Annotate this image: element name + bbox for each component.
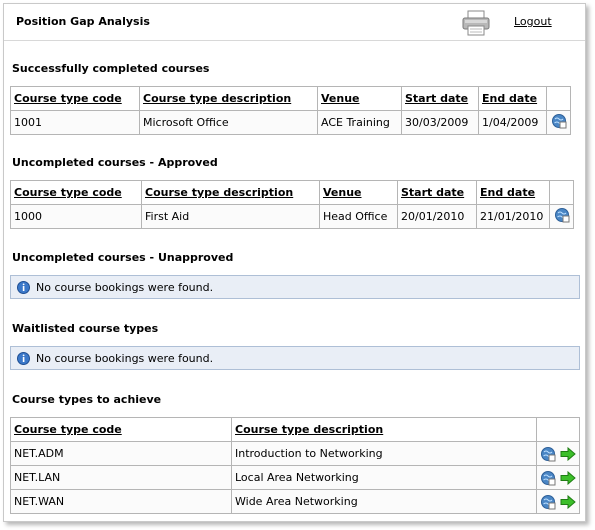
globe-details-icon[interactable]: [540, 470, 556, 486]
info-message-unapproved: No course bookings were found.: [10, 275, 580, 299]
col-actions: [536, 417, 580, 442]
course-types-to-achieve-table: Course type code Course type description…: [10, 417, 580, 514]
logout-link[interactable]: Logout: [514, 15, 552, 28]
info-message-text: No course bookings were found.: [36, 281, 214, 294]
table-row: NET.ADM Introduction to Networking: [10, 441, 580, 466]
cell-venue: Head Office: [319, 204, 398, 229]
cell-end-date: 21/01/2010: [476, 204, 550, 229]
panel-header: Position Gap Analysis Logout: [4, 4, 585, 41]
page-title: Position Gap Analysis: [16, 15, 150, 28]
col-end-date[interactable]: End date: [476, 180, 550, 205]
position-gap-analysis-panel: Position Gap Analysis Logout Successfull…: [3, 3, 586, 522]
cell-description: Wide Area Networking: [231, 489, 537, 514]
col-course-type-description[interactable]: Course type description: [231, 417, 537, 442]
col-course-type-code[interactable]: Course type code: [10, 86, 140, 111]
section-title-uncompleted-unapproved: Uncompleted courses - Unapproved: [12, 251, 234, 264]
cell-code: 1001: [10, 110, 140, 135]
globe-details-icon[interactable]: [540, 446, 556, 462]
cell-description: Introduction to Networking: [231, 441, 537, 466]
printer-icon[interactable]: [461, 10, 491, 36]
cell-start-date: 20/01/2010: [397, 204, 477, 229]
col-course-type-code[interactable]: Course type code: [10, 180, 142, 205]
table-row: 1001 Microsoft Office ACE Training 30/03…: [10, 110, 571, 135]
section-title-uncompleted-approved: Uncompleted courses - Approved: [12, 156, 218, 169]
col-course-type-description[interactable]: Course type description: [139, 86, 318, 111]
info-icon: [17, 352, 30, 365]
col-start-date[interactable]: Start date: [397, 180, 477, 205]
cell-actions: [546, 110, 571, 135]
table-row: 1000 First Aid Head Office 20/01/2010 21…: [10, 204, 574, 229]
completed-courses-table: Course type code Course type description…: [10, 86, 571, 135]
green-arrow-icon[interactable]: [560, 494, 576, 509]
section-title-completed: Successfully completed courses: [12, 62, 210, 75]
cell-end-date: 1/04/2009: [478, 110, 547, 135]
cell-code: 1000: [10, 204, 142, 229]
section-title-to-achieve: Course types to achieve: [12, 393, 162, 406]
globe-details-icon[interactable]: [540, 494, 556, 510]
info-message-waitlisted: No course bookings were found.: [10, 346, 580, 370]
cell-description: First Aid: [141, 204, 320, 229]
globe-details-icon[interactable]: [554, 207, 570, 223]
cell-code: NET.WAN: [10, 489, 232, 514]
col-venue[interactable]: Venue: [317, 86, 402, 111]
green-arrow-icon[interactable]: [560, 470, 576, 485]
globe-details-icon[interactable]: [551, 113, 567, 129]
col-actions: [549, 180, 574, 205]
green-arrow-icon[interactable]: [560, 446, 576, 461]
info-message-text: No course bookings were found.: [36, 352, 214, 365]
table-row: NET.LAN Local Area Networking: [10, 465, 580, 490]
cell-code: NET.LAN: [10, 465, 232, 490]
cell-actions: [536, 465, 580, 490]
uncompleted-approved-table: Course type code Course type description…: [10, 180, 574, 229]
cell-code: NET.ADM: [10, 441, 232, 466]
col-venue[interactable]: Venue: [319, 180, 398, 205]
col-course-type-description[interactable]: Course type description: [141, 180, 320, 205]
cell-description: Local Area Networking: [231, 465, 537, 490]
section-title-waitlisted: Waitlisted course types: [12, 322, 159, 335]
cell-actions: [536, 489, 580, 514]
table-row: NET.WAN Wide Area Networking: [10, 489, 580, 514]
cell-venue: ACE Training: [317, 110, 402, 135]
cell-actions: [536, 441, 580, 466]
cell-description: Microsoft Office: [139, 110, 318, 135]
col-actions: [546, 86, 571, 111]
info-icon: [17, 281, 30, 294]
cell-actions: [549, 204, 574, 229]
col-course-type-code[interactable]: Course type code: [10, 417, 232, 442]
cell-start-date: 30/03/2009: [401, 110, 479, 135]
col-start-date[interactable]: Start date: [401, 86, 479, 111]
col-end-date[interactable]: End date: [478, 86, 547, 111]
